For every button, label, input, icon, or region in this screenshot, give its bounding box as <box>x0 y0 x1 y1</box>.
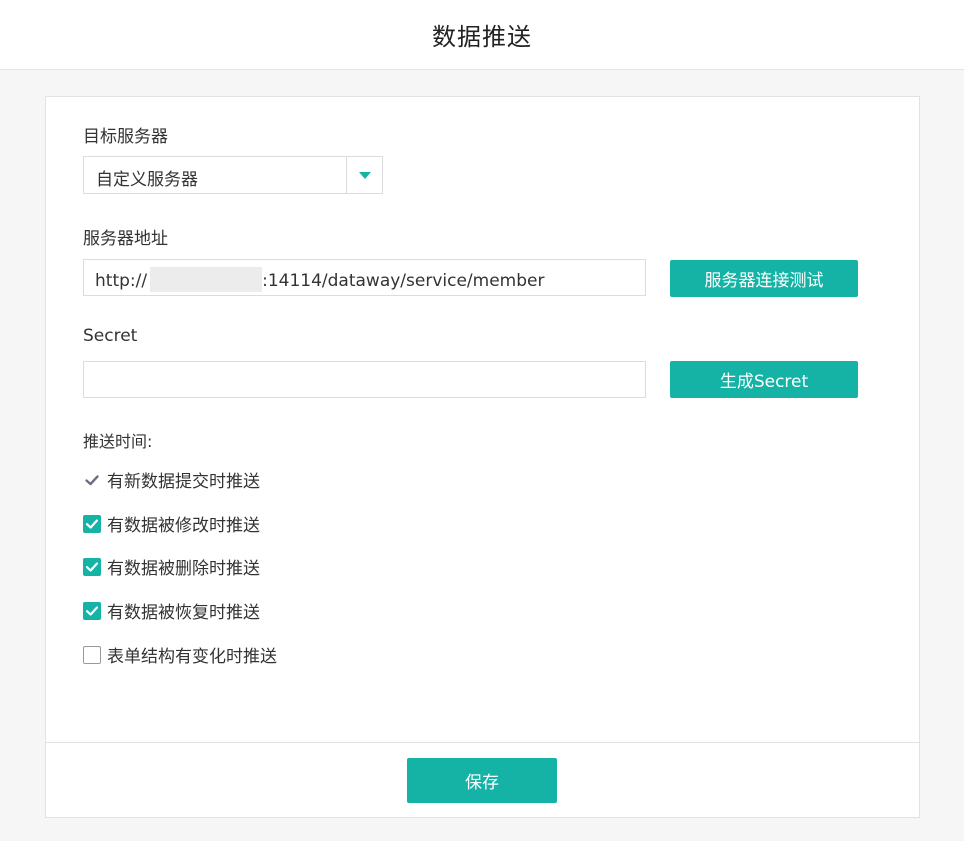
save-button[interactable]: 保存 <box>407 758 557 803</box>
push-option-modified[interactable]: 有数据被修改时推送 <box>83 511 260 536</box>
page-title: 数据推送 <box>432 23 532 51</box>
push-time-label: 推送时间: <box>83 432 153 451</box>
checkbox-checked-disabled-icon <box>83 471 101 489</box>
checkbox-checked-icon[interactable] <box>83 601 101 620</box>
checkbox-checked-icon[interactable] <box>83 557 101 576</box>
target-server-selected: 自定义服务器 <box>96 170 198 190</box>
push-option-label: 有数据被修改时推送 <box>107 516 260 536</box>
generate-secret-button[interactable]: 生成Secret <box>670 361 858 398</box>
target-server-select[interactable]: 自定义服务器 <box>83 156 383 194</box>
target-server-label: 目标服务器 <box>83 127 168 147</box>
settings-card: 目标服务器 自定义服务器 服务器地址 http:// :14114/dataway… <box>45 96 920 818</box>
secret-label: Secret <box>83 326 138 346</box>
caret-down-icon <box>358 171 371 179</box>
push-option-deleted[interactable]: 有数据被删除时推送 <box>83 554 260 579</box>
secret-input[interactable] <box>83 361 646 398</box>
checkbox-unchecked-icon[interactable] <box>83 645 101 664</box>
push-option-form-structure[interactable]: 表单结构有变化时推送 <box>83 642 277 667</box>
push-option-new[interactable]: 有新数据提交时推送 <box>83 467 260 492</box>
push-option-label: 有数据被删除时推送 <box>107 559 260 579</box>
server-address-prefix: http:// <box>95 271 148 291</box>
server-address-suffix: :14114/dataway/service/member <box>262 271 545 291</box>
page-header: 数据推送 <box>0 0 964 70</box>
select-arrow-button[interactable] <box>346 157 382 193</box>
server-address-label: 服务器地址 <box>83 229 168 249</box>
push-option-restored[interactable]: 有数据被恢复时推送 <box>83 598 260 623</box>
push-option-label: 表单结构有变化时推送 <box>107 647 277 667</box>
server-test-button[interactable]: 服务器连接测试 <box>670 260 858 297</box>
push-option-label: 有新数据提交时推送 <box>107 472 260 492</box>
redacted-host-mask <box>150 267 263 292</box>
push-option-label: 有数据被恢复时推送 <box>107 603 260 623</box>
footer-divider <box>46 742 919 743</box>
checkbox-checked-icon[interactable] <box>83 514 101 533</box>
server-address-input[interactable]: http:// :14114/dataway/service/member <box>83 259 646 296</box>
